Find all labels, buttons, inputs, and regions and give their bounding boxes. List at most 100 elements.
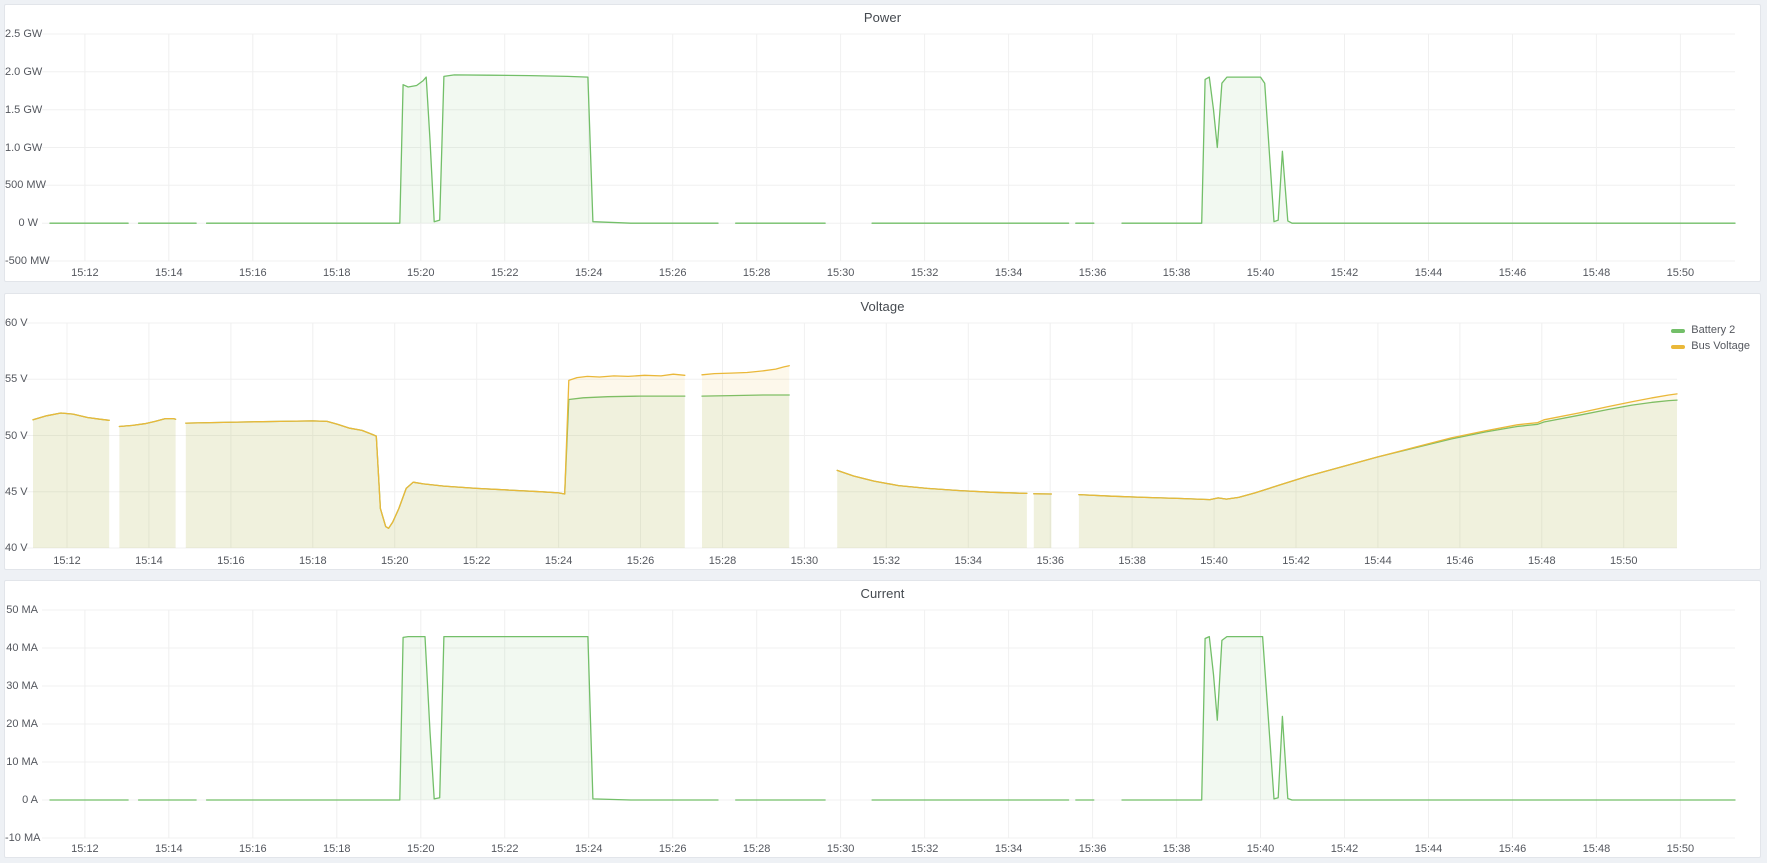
power-y-tick-label: 500 MW bbox=[5, 179, 38, 191]
voltage-x-tick-label: 15:16 bbox=[211, 555, 251, 567]
current-x-tick-label: 15:38 bbox=[1157, 843, 1197, 855]
panel-title-voltage[interactable]: Voltage bbox=[5, 299, 1760, 314]
power-y-tick-label: 1.0 GW bbox=[5, 142, 38, 154]
legend-item-bus-voltage[interactable]: Bus Voltage bbox=[1671, 340, 1750, 353]
voltage-y-tick-label: 55 V bbox=[5, 373, 21, 385]
current-x-tick-label: 15:16 bbox=[233, 843, 273, 855]
voltage-x-tick-label: 15:32 bbox=[866, 555, 906, 567]
voltage-x-tick-label: 15:42 bbox=[1276, 555, 1316, 567]
voltage-x-tick-label: 15:48 bbox=[1522, 555, 1562, 567]
power-x-tick-label: 15:30 bbox=[821, 267, 861, 279]
current-x-tick-label: 15:44 bbox=[1408, 843, 1448, 855]
current-y-tick-label: -10 MA bbox=[5, 832, 38, 844]
power-x-tick-label: 15:42 bbox=[1325, 267, 1365, 279]
voltage-x-tick-label: 15:44 bbox=[1358, 555, 1398, 567]
power-y-tick-label: 1.5 GW bbox=[5, 104, 38, 116]
current-x-tick-label: 15:20 bbox=[401, 843, 441, 855]
voltage-chart[interactable] bbox=[5, 294, 1760, 569]
current-y-tick-label: 20 MA bbox=[5, 718, 38, 730]
power-x-tick-label: 15:20 bbox=[401, 267, 441, 279]
current-x-tick-label: 15:32 bbox=[905, 843, 945, 855]
voltage-x-tick-label: 15:20 bbox=[375, 555, 415, 567]
current-x-tick-label: 15:28 bbox=[737, 843, 777, 855]
Bus Voltage-area bbox=[1034, 494, 1052, 548]
current-x-tick-label: 15:18 bbox=[317, 843, 357, 855]
power-x-tick-label: 15:22 bbox=[485, 267, 525, 279]
voltage-x-tick-label: 15:40 bbox=[1194, 555, 1234, 567]
legend-label: Bus Voltage bbox=[1691, 340, 1750, 353]
legend-swatch-icon bbox=[1671, 345, 1685, 349]
Bus Voltage-area bbox=[119, 419, 175, 548]
current-x-tick-label: 15:14 bbox=[149, 843, 189, 855]
current-x-tick-label: 15:36 bbox=[1073, 843, 1113, 855]
power-x-tick-label: 15:14 bbox=[149, 267, 189, 279]
current-chart[interactable] bbox=[5, 581, 1760, 857]
voltage-x-tick-label: 15:24 bbox=[539, 555, 579, 567]
voltage-x-tick-label: 15:26 bbox=[621, 555, 661, 567]
legend-item-battery-2[interactable]: Battery 2 bbox=[1671, 324, 1750, 337]
current-y-tick-label: 0 A bbox=[5, 794, 38, 806]
power-x-tick-label: 15:38 bbox=[1157, 267, 1197, 279]
power-x-tick-label: 15:16 bbox=[233, 267, 273, 279]
current-x-tick-label: 15:22 bbox=[485, 843, 525, 855]
current-x-tick-label: 15:48 bbox=[1576, 843, 1616, 855]
Power-area bbox=[207, 75, 718, 223]
voltage-x-tick-label: 15:50 bbox=[1604, 555, 1644, 567]
current-y-tick-label: 40 MA bbox=[5, 642, 38, 654]
current-x-tick-label: 15:46 bbox=[1492, 843, 1532, 855]
power-x-tick-label: 15:46 bbox=[1492, 267, 1532, 279]
voltage-x-tick-label: 15:46 bbox=[1440, 555, 1480, 567]
power-y-tick-label: 2.5 GW bbox=[5, 28, 38, 40]
power-x-tick-label: 15:28 bbox=[737, 267, 777, 279]
current-x-tick-label: 15:30 bbox=[821, 843, 861, 855]
Bus Voltage-area bbox=[837, 470, 1027, 548]
current-x-tick-label: 15:12 bbox=[65, 843, 105, 855]
power-x-tick-label: 15:32 bbox=[905, 267, 945, 279]
voltage-x-tick-label: 15:28 bbox=[702, 555, 742, 567]
voltage-x-tick-label: 15:18 bbox=[293, 555, 333, 567]
voltage-y-tick-label: 60 V bbox=[5, 317, 21, 329]
voltage-x-tick-label: 15:30 bbox=[784, 555, 824, 567]
power-x-tick-label: 15:36 bbox=[1073, 267, 1113, 279]
voltage-x-tick-label: 15:14 bbox=[129, 555, 169, 567]
voltage-x-tick-label: 15:36 bbox=[1030, 555, 1070, 567]
voltage-legend: Battery 2 Bus Voltage bbox=[1671, 324, 1750, 353]
current-x-tick-label: 15:42 bbox=[1325, 843, 1365, 855]
power-x-tick-label: 15:18 bbox=[317, 267, 357, 279]
power-x-tick-label: 15:34 bbox=[989, 267, 1029, 279]
legend-label: Battery 2 bbox=[1691, 324, 1735, 337]
grafana-dashboard: { "page": {"background": "#eef1f5", "pan… bbox=[0, 0, 1767, 863]
current-x-tick-label: 15:40 bbox=[1241, 843, 1281, 855]
current-y-tick-label: 30 MA bbox=[5, 680, 38, 692]
panel-title-current[interactable]: Current bbox=[5, 586, 1760, 601]
current-x-tick-label: 15:24 bbox=[569, 843, 609, 855]
power-x-tick-label: 15:26 bbox=[653, 267, 693, 279]
power-x-tick-label: 15:24 bbox=[569, 267, 609, 279]
power-panel: Power 2.5 GW 2.0 GW 1.5 GW 1.0 GW 500 MW 0 W -… bbox=[4, 4, 1761, 282]
current-y-tick-label: 10 MA bbox=[5, 756, 38, 768]
voltage-y-tick-label: 40 V bbox=[5, 542, 21, 554]
current-y-tick-label: 50 MA bbox=[5, 604, 38, 616]
Bus Voltage-area bbox=[186, 374, 685, 548]
panel-title-power[interactable]: Power bbox=[5, 10, 1760, 25]
power-x-tick-label: 15:40 bbox=[1241, 267, 1281, 279]
voltage-x-tick-label: 15:22 bbox=[457, 555, 497, 567]
voltage-x-tick-label: 15:12 bbox=[47, 555, 87, 567]
voltage-x-tick-label: 15:34 bbox=[948, 555, 988, 567]
power-y-tick-label: -500 MW bbox=[5, 255, 38, 267]
power-chart[interactable] bbox=[5, 5, 1760, 281]
Current-area bbox=[207, 637, 718, 800]
current-x-tick-label: 15:34 bbox=[989, 843, 1029, 855]
current-panel: Current 50 MA 40 MA 30 MA 20 MA 10 MA 0 A -10 … bbox=[4, 580, 1761, 858]
power-x-tick-label: 15:12 bbox=[65, 267, 105, 279]
power-x-tick-label: 15:48 bbox=[1576, 267, 1616, 279]
power-y-tick-label: 2.0 GW bbox=[5, 66, 38, 78]
voltage-y-tick-label: 45 V bbox=[5, 486, 21, 498]
Bus Voltage-area bbox=[702, 366, 789, 548]
power-y-tick-label: 0 W bbox=[5, 217, 38, 229]
current-x-tick-label: 15:26 bbox=[653, 843, 693, 855]
legend-swatch-icon bbox=[1671, 329, 1685, 333]
power-x-tick-label: 15:50 bbox=[1660, 267, 1700, 279]
power-x-tick-label: 15:44 bbox=[1408, 267, 1448, 279]
current-x-tick-label: 15:50 bbox=[1660, 843, 1700, 855]
